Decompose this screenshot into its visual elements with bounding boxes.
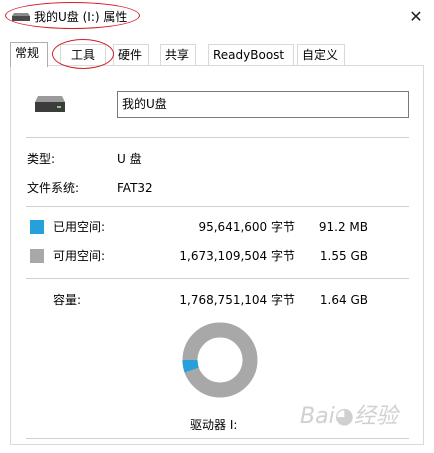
drive-icon <box>35 96 65 112</box>
used-space-bytes: 95,641,600 字节 <box>198 220 295 234</box>
free-space-size: 1.55 GB <box>319 249 368 263</box>
divider <box>26 438 409 439</box>
tab-highlight-oval <box>52 39 114 69</box>
filesystem-label: 文件系统: <box>27 181 80 195</box>
divider <box>26 137 409 138</box>
capacity-bytes: 1,768,751,104 字节 <box>179 293 295 307</box>
type-value: U 盘 <box>117 152 142 166</box>
tab-hardware[interactable]: 硬件 <box>113 44 149 66</box>
tab-customize[interactable]: 自定义 <box>297 44 345 66</box>
watermark-logo: Bai◕经验 <box>300 404 398 429</box>
title-bar: 我的U盘 (I:) 属性 ✕ <box>0 0 434 34</box>
capacity-label: 容量: <box>53 293 82 307</box>
close-button[interactable]: ✕ <box>404 5 428 29</box>
tab-sharing[interactable]: 共享 <box>160 44 196 66</box>
divider <box>26 206 409 207</box>
tab-readyboost[interactable]: ReadyBoost <box>208 44 294 66</box>
drive-label: 驱动器 I: <box>190 418 238 432</box>
donut-free-ring <box>182 322 258 398</box>
free-space-label: 可用空间: <box>53 249 106 263</box>
volume-name-input[interactable]: 我的U盘 <box>117 91 409 118</box>
divider <box>26 278 409 279</box>
capacity-size: 1.64 GB <box>319 293 368 307</box>
filesystem-value: FAT32 <box>117 181 153 195</box>
used-space-label: 已用空间: <box>53 220 106 234</box>
type-label: 类型: <box>27 152 56 166</box>
tab-general[interactable]: 常规 <box>10 42 48 67</box>
usage-donut <box>182 322 258 398</box>
title-highlight-oval <box>5 2 140 29</box>
used-space-size: 91.2 MB <box>318 220 368 234</box>
used-space-swatch <box>30 220 44 234</box>
donut-used-arc <box>182 359 199 373</box>
free-space-bytes: 1,673,109,504 字节 <box>179 249 295 263</box>
free-space-swatch <box>30 249 44 263</box>
